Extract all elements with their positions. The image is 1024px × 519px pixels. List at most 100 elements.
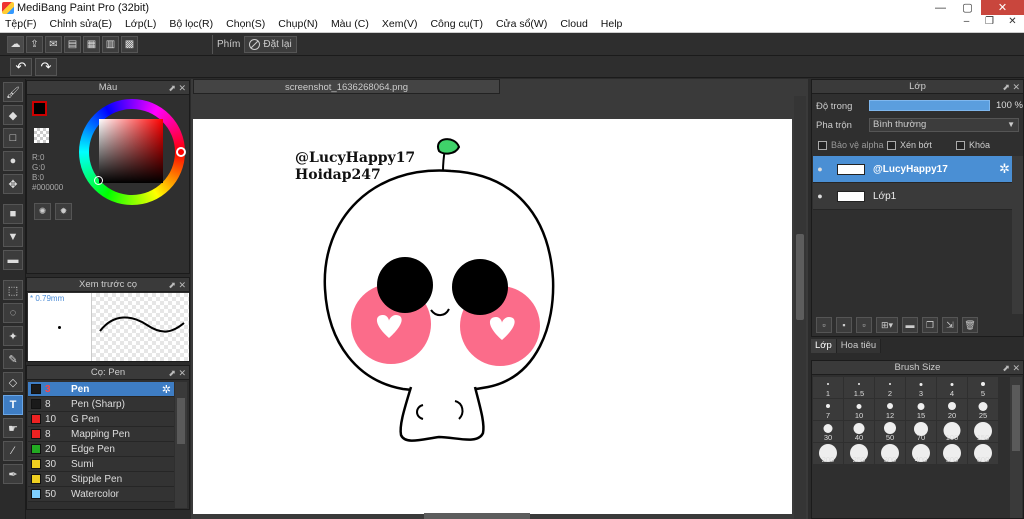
cloud-icon[interactable]: ☁ (7, 35, 24, 53)
brush-size-cell[interactable]: 100 (937, 421, 967, 442)
brush-size-cell[interactable]: 10 (844, 399, 874, 420)
minimize-button[interactable]: — (927, 0, 954, 15)
menu-filter[interactable]: Bộ lọc(R) (169, 18, 213, 30)
lock-checkbox[interactable]: Khóa (956, 140, 990, 150)
brush-size-cell[interactable]: 400 (906, 443, 936, 464)
brush-size-cell[interactable]: 12 (875, 399, 905, 420)
magic-wand-tool-icon[interactable]: ✦ (3, 326, 23, 346)
menu-color[interactable]: Màu (C) (331, 18, 369, 30)
delete-layer-icon[interactable]: 🗑 (962, 317, 978, 333)
brush-size-cell[interactable]: 5 (968, 377, 998, 398)
doc-minimize-icon[interactable]: – (955, 16, 978, 27)
menu-cloud[interactable]: Cloud (560, 18, 587, 30)
document-icon[interactable]: ▤ (64, 35, 81, 53)
brush-size-cell[interactable]: 30 (813, 421, 843, 442)
brush-size-cell[interactable]: 300 (875, 443, 905, 464)
panel-close-icon[interactable]: ⬈ ✕ (1002, 361, 1020, 375)
tab-layer[interactable]: Lớp (811, 339, 837, 353)
saturation-value-square[interactable] (99, 119, 163, 183)
foreground-color[interactable] (32, 101, 47, 116)
undo-icon[interactable]: ↶ (10, 57, 32, 76)
brush-size-cell[interactable]: 250 (844, 443, 874, 464)
brush-size-cell[interactable]: 50 (875, 421, 905, 442)
lasso-tool-icon[interactable]: ◌ (3, 303, 23, 323)
maximize-button[interactable]: ▢ (954, 0, 981, 15)
brush-size-cell[interactable]: 500 (937, 443, 967, 464)
select-rect-tool-icon[interactable]: ⬚ (3, 280, 23, 300)
hand-tool-icon[interactable]: ☛ (3, 418, 23, 438)
rectangle-tool-icon[interactable]: □ (3, 128, 23, 148)
brush-size-cell[interactable]: 150 (968, 421, 998, 442)
move-tool-icon[interactable]: ✥ (3, 174, 23, 194)
menu-help[interactable]: Help (601, 18, 623, 30)
select-eraser-tool-icon[interactable]: ◇ (3, 372, 23, 392)
new-layer-icon[interactable]: ▫ (816, 317, 832, 333)
brush-size-cell[interactable]: 3 (906, 377, 936, 398)
select-pen-tool-icon[interactable]: ✎ (3, 349, 23, 369)
merge-layer-icon[interactable]: ⇲ (942, 317, 958, 333)
document-tab[interactable]: screenshot_1636268064.png (193, 79, 500, 94)
gradient-tool-icon[interactable]: ▬ (3, 250, 23, 270)
clip-checkbox[interactable]: Xén bớt (887, 140, 932, 150)
new-layer-8bit-icon[interactable]: ▪ (836, 317, 852, 333)
brush-item[interactable]: 8 Pen (Sharp) (28, 397, 174, 412)
text-tool-icon[interactable]: T (3, 395, 23, 415)
menu-snap[interactable]: Chụp(N) (278, 18, 318, 30)
new-layer-1bit-icon[interactable]: ▫ (856, 317, 872, 333)
brush-size-cell[interactable]: 7 (813, 399, 843, 420)
canvas-vertical-scrollbar[interactable] (794, 96, 806, 519)
brush-size-cell[interactable]: 25 (968, 399, 998, 420)
duplicate-layer-icon[interactable]: ❐ (922, 317, 938, 333)
canvas-horizontal-scroll-thumb[interactable] (424, 513, 530, 519)
brush-size-cell[interactable]: 2 (875, 377, 905, 398)
palette-icon[interactable]: ✺ (34, 203, 51, 220)
brush-item[interactable]: 20 Edge Pen (28, 442, 174, 457)
brush-item[interactable]: 8 Mapping Pen (28, 427, 174, 442)
transparent-swatch[interactable] (34, 128, 49, 143)
brush-size-cell[interactable]: 200 (813, 443, 843, 464)
add-layer-menu-icon[interactable]: ⊞▾ (876, 317, 898, 333)
close-button[interactable]: ✕ (981, 0, 1024, 15)
sv-picker-handle[interactable] (94, 176, 103, 185)
menu-view[interactable]: Xem(V) (382, 18, 418, 30)
pen-tool-icon[interactable]: ✒ (3, 464, 23, 484)
grid-icon[interactable]: ▥ (102, 35, 119, 53)
visibility-icon[interactable]: ● (813, 191, 827, 201)
page-icon[interactable]: ▦ (83, 35, 100, 53)
reset-button[interactable]: Đặt lại (244, 35, 297, 53)
menu-file[interactable]: Tệp(F) (5, 18, 37, 30)
dot-tool-icon[interactable]: ● (3, 151, 23, 171)
brush-tool-icon[interactable]: 🖌 (3, 82, 23, 102)
opacity-slider[interactable] (869, 100, 990, 111)
drawing-canvas[interactable]: @LucyHappy17 Hoidap247 (193, 119, 792, 514)
layer-row[interactable]: ● Lớp1 (813, 183, 1012, 210)
eraser-tool-icon[interactable]: ◆ (3, 105, 23, 125)
fill-rect-tool-icon[interactable]: ■ (3, 204, 23, 224)
palette-settings-icon[interactable]: ✹ (55, 203, 72, 220)
canvas-scroll-thumb[interactable] (796, 234, 804, 320)
brush-item[interactable]: 3 Pen ✲ (28, 382, 174, 397)
brush-item[interactable]: 50 Watercolor (28, 487, 174, 502)
brush-size-cell[interactable]: 1.5 (844, 377, 874, 398)
layer-list-scrollbar[interactable] (1012, 156, 1023, 314)
menu-edit[interactable]: Chỉnh sửa(E) (50, 18, 112, 30)
comment-icon[interactable]: ✉ (45, 35, 62, 53)
hue-picker-handle[interactable] (176, 147, 186, 157)
hue-wheel[interactable] (79, 99, 186, 205)
share-icon[interactable]: ⇪ (26, 35, 43, 53)
brush-item[interactable]: 30 Sumi (28, 457, 174, 472)
brush-size-cell[interactable]: 70 (906, 421, 936, 442)
layer-row[interactable]: ● @LucyHappy17 ✲ (813, 156, 1012, 183)
brush-size-cell[interactable]: 15 (906, 399, 936, 420)
visibility-icon[interactable]: ● (813, 164, 827, 174)
brush-size-scrollbar[interactable] (1010, 377, 1022, 518)
panel-close-icon[interactable]: ⬈ ✕ (1002, 80, 1020, 94)
tiles-icon[interactable]: ▩ (121, 35, 138, 53)
menu-select[interactable]: Chọn(S) (226, 18, 265, 30)
brush-size-cell[interactable]: 40 (844, 421, 874, 442)
folder-icon[interactable]: ▬ (902, 317, 918, 333)
brush-item[interactable]: 10 G Pen (28, 412, 174, 427)
brush-item[interactable]: 50 Stipple Pen (28, 472, 174, 487)
menu-window[interactable]: Cửa sổ(W) (496, 18, 547, 30)
doc-close-icon[interactable]: ✕ (1001, 16, 1024, 27)
